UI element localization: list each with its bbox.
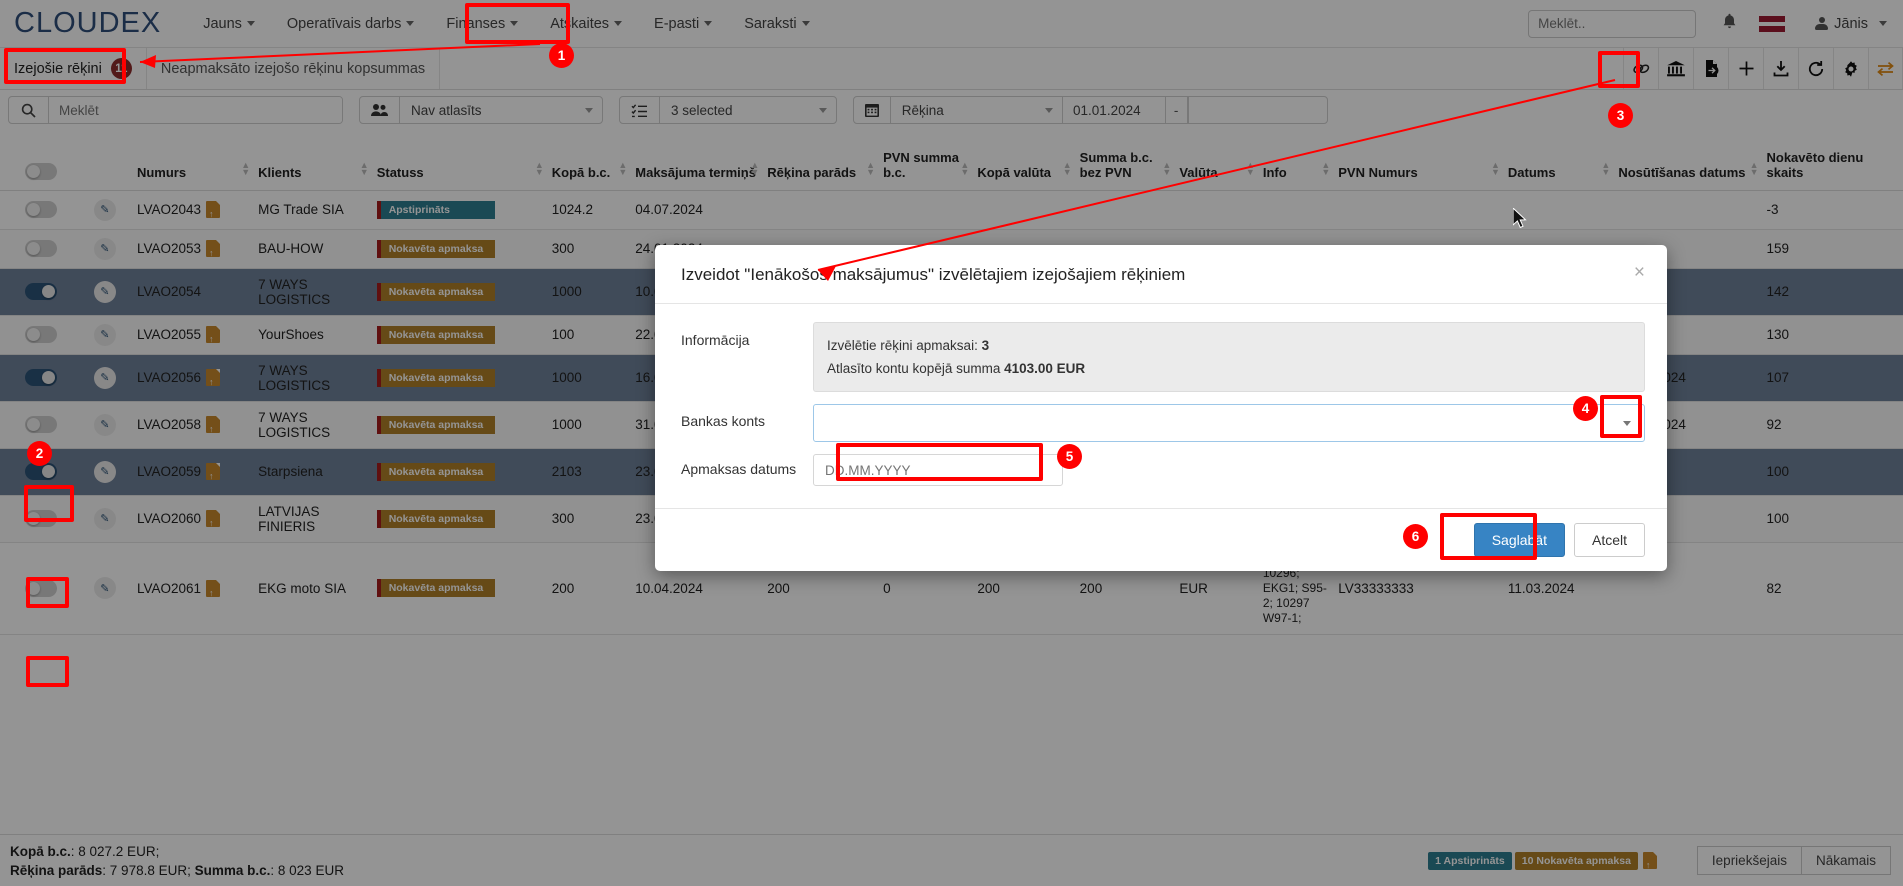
- save-button[interactable]: Saglabāt: [1473, 523, 1565, 557]
- info-line-2-value: 4103.00 EUR: [1004, 361, 1086, 376]
- info-line-2: Atlasīto kontu kopējā summa 4103.00 EUR: [827, 357, 1631, 380]
- app-root: CLOUDEX Jauns Operatīvais darbs Finanses…: [0, 0, 1903, 886]
- info-line-1: Izvēlētie rēķini apmaksai: 3: [827, 334, 1631, 357]
- dialog-title: Izveidot "Ienākošos maksājumus" izvēlēta…: [681, 265, 1186, 284]
- payment-date-label: Apmaksas datums: [681, 461, 797, 477]
- info-row: Informācija Izvēlētie rēķini apmaksai: 3…: [681, 322, 1645, 392]
- cancel-button[interactable]: Atcelt: [1573, 523, 1645, 557]
- create-incoming-payment-dialog: Izveidot "Ienākošos maksājumus" izvēlēta…: [655, 245, 1667, 571]
- dialog-header: Izveidot "Ienākošos maksājumus" izvēlēta…: [655, 245, 1667, 304]
- bank-account-row: Bankas konts: [681, 404, 1645, 442]
- info-line-2-prefix: Atlasīto kontu kopējā summa: [827, 361, 1005, 376]
- dialog-footer: Saglabāt Atcelt: [655, 508, 1667, 571]
- bank-account-label: Bankas konts: [681, 413, 766, 429]
- bank-account-select[interactable]: [813, 404, 1645, 442]
- payment-date-input[interactable]: [813, 454, 1063, 486]
- payment-date-row: Apmaksas datums: [681, 454, 1645, 486]
- info-label: Informācija: [681, 332, 750, 348]
- dialog-body: Informācija Izvēlētie rēķini apmaksai: 3…: [655, 304, 1667, 508]
- close-icon[interactable]: ×: [1634, 263, 1645, 282]
- chevron-down-icon[interactable]: [1610, 405, 1644, 441]
- info-line-1-prefix: Izvēlētie rēķini apmaksai:: [827, 338, 982, 353]
- info-line-1-value: 3: [981, 338, 990, 353]
- info-box: Izvēlētie rēķini apmaksai: 3 Atlasīto ko…: [813, 322, 1645, 392]
